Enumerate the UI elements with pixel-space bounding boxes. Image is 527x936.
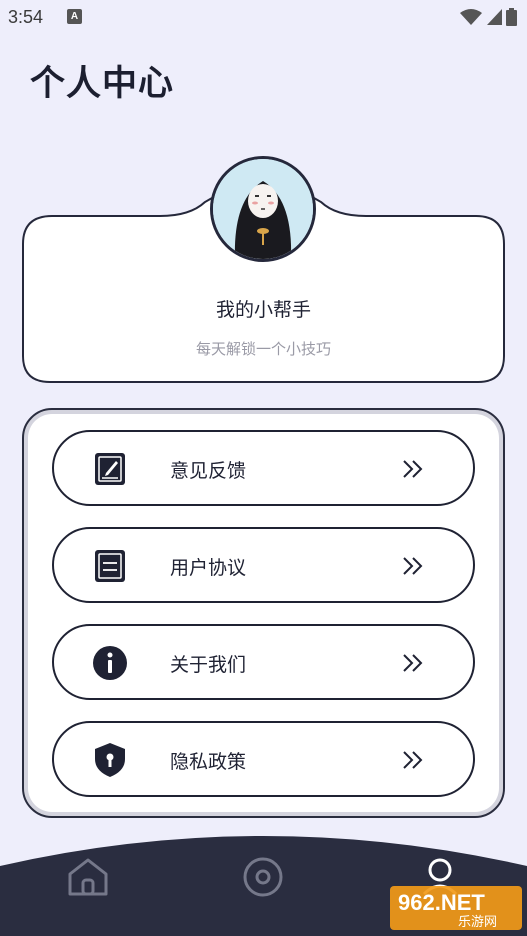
profile-name: 我的小帮手 — [215, 299, 311, 321]
menu-panel: 意见反馈 用户协议 关于我们 隐私政策 — [22, 408, 505, 818]
feedback-icon — [95, 453, 125, 485]
notification-icon: A — [67, 9, 82, 24]
watermark-line1: 962.NET — [398, 890, 485, 915]
info-icon — [93, 646, 127, 680]
menu-item-feedback[interactable]: 意见反馈 — [52, 430, 475, 506]
battery-icon — [506, 8, 517, 26]
home-icon[interactable] — [66, 856, 110, 898]
double-chevron-right-icon — [403, 460, 423, 478]
watermark-logo: 962.NET 乐游网 — [390, 886, 522, 930]
document-icon — [95, 550, 125, 582]
profile-subtitle: 每天解锁一个小技巧 — [195, 340, 331, 358]
wifi-icon — [460, 9, 482, 25]
menu-item-label: 关于我们 — [170, 654, 247, 676]
menu-item-user-agreement[interactable]: 用户协议 — [52, 527, 475, 603]
double-chevron-right-icon — [403, 751, 423, 769]
menu-item-about-us[interactable]: 关于我们 — [52, 624, 475, 700]
page-title: 个人中心 — [30, 64, 175, 104]
double-chevron-right-icon — [403, 654, 423, 672]
menu-item-label: 用户协议 — [170, 557, 247, 579]
watermark-line2: 乐游网 — [458, 915, 497, 930]
status-time: 3:54 — [8, 7, 44, 27]
status-icons — [460, 8, 517, 26]
avatar-image — [213, 159, 313, 259]
menu-item-privacy-policy[interactable]: 隐私政策 — [52, 721, 475, 797]
profile-card: 我的小帮手 每天解锁一个小技巧 — [0, 150, 527, 390]
menu-item-label: 意见反馈 — [170, 460, 247, 482]
double-chevron-right-icon — [403, 557, 423, 575]
avatar[interactable] — [210, 156, 316, 262]
signal-icon — [487, 9, 502, 25]
shield-lock-icon — [95, 743, 125, 777]
target-icon[interactable] — [242, 856, 284, 898]
status-bar: 3:54 A — [0, 0, 527, 36]
menu-item-label: 隐私政策 — [170, 751, 247, 773]
